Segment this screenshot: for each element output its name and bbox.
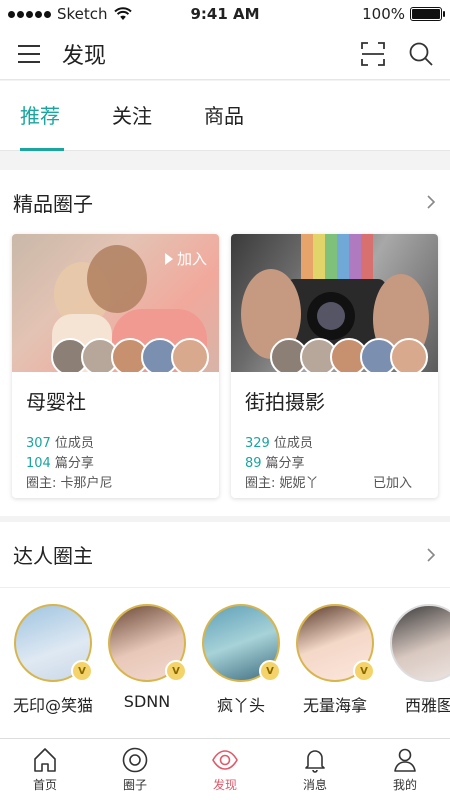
page-title: 发现 xyxy=(62,43,107,69)
circle-icon xyxy=(122,747,148,773)
circle-owner: 圈主: 卡那户尼 xyxy=(26,476,113,491)
top-tabs: 推荐 关注 商品 xyxy=(0,81,450,151)
avatar: V xyxy=(14,604,93,682)
section-title: 精品圈子 xyxy=(13,191,93,216)
member-avatars xyxy=(51,338,209,372)
tab-label: 首页 xyxy=(32,778,57,792)
avatar: V xyxy=(108,604,187,682)
tab-home[interactable]: 首页 xyxy=(0,739,90,800)
circle-name: 街拍摄影 xyxy=(245,390,325,414)
tab-messages[interactable]: 消息 xyxy=(270,739,360,800)
expert-list: V 无印@笑猫 V SDNN V 疯丫头 V 无量海拿 西雅图 xyxy=(0,588,450,716)
bottom-tab-bar: 首页 圈子 发现 消息 我的 xyxy=(0,738,450,800)
carrier-label: Sketch xyxy=(57,5,108,23)
circle-card[interactable]: 街拍摄影 329 位成员 89 篇分享 圈主: 妮妮丫 已加入 xyxy=(231,234,438,498)
expert-item[interactable]: V SDNN xyxy=(108,604,187,716)
expert-owners-header[interactable]: 达人圈主 xyxy=(0,522,450,588)
circle-cover-image: 加入 xyxy=(12,234,219,372)
circle-owner: 圈主: 妮妮丫 xyxy=(245,476,319,491)
user-icon xyxy=(394,748,416,772)
circle-name: 母婴社 xyxy=(26,390,86,414)
expert-name: SDNN xyxy=(123,692,171,711)
expert-owners-section: 达人圈主 V 无印@笑猫 V SDNN V 疯丫头 V 无量海拿 西雅图 xyxy=(0,522,450,740)
join-button[interactable]: 加入 xyxy=(164,248,207,269)
chevron-right-icon[interactable] xyxy=(424,195,438,209)
expert-item[interactable]: V 无量海拿 xyxy=(296,604,375,716)
featured-circles-section: 精品圈子 加入 母婴社 307 位成员 104 篇分享 圈主: 卡那户尼 街拍摄… xyxy=(0,170,450,516)
expert-item[interactable]: V 无印@笑猫 xyxy=(13,604,94,716)
tab-products[interactable]: 商品 xyxy=(204,81,244,151)
tab-label: 消息 xyxy=(302,778,327,792)
expert-item[interactable]: 西雅图 xyxy=(390,604,450,716)
expert-item[interactable]: V 疯丫头 xyxy=(202,604,281,716)
avatar: V xyxy=(202,604,281,682)
circle-cards: 加入 母婴社 307 位成员 104 篇分享 圈主: 卡那户尼 街拍摄影 329… xyxy=(0,234,450,498)
battery-icon xyxy=(410,7,445,21)
vip-badge-icon: V xyxy=(165,660,187,682)
vip-badge-icon: V xyxy=(259,660,281,682)
featured-circles-header[interactable]: 精品圈子 xyxy=(0,170,450,234)
shares-label: 篇分享 xyxy=(54,456,94,471)
shares-count: 104 xyxy=(26,456,51,471)
tab-label: 我的 xyxy=(392,778,417,792)
circle-stats: 329 位成员 89 篇分享 圈主: 妮妮丫 已加入 xyxy=(231,418,438,494)
wifi-icon xyxy=(113,7,132,20)
expert-name: 西雅图 xyxy=(404,696,450,715)
expert-name: 无量海拿 xyxy=(302,696,367,715)
status-bar: Sketch 9:41 AM 100% xyxy=(0,0,450,28)
signal-icon xyxy=(8,10,51,18)
nav-bar: 发现 xyxy=(0,28,450,80)
joined-status: 已加入 xyxy=(372,476,412,491)
tab-label: 发现 xyxy=(212,778,237,792)
shares-label: 篇分享 xyxy=(265,456,305,471)
tab-label: 圈子 xyxy=(122,778,147,792)
battery-percent: 100% xyxy=(362,5,405,23)
tab-recommend[interactable]: 推荐 xyxy=(20,81,64,151)
scan-icon[interactable] xyxy=(358,39,388,69)
status-left: Sketch xyxy=(8,5,168,23)
status-right: 100% xyxy=(282,5,445,23)
avatar: V xyxy=(296,604,375,682)
nav-actions xyxy=(358,39,436,69)
circle-card[interactable]: 加入 母婴社 307 位成员 104 篇分享 圈主: 卡那户尼 xyxy=(12,234,219,498)
chevron-right-icon[interactable] xyxy=(424,547,438,562)
avatar xyxy=(390,604,450,682)
status-time: 9:41 AM xyxy=(190,5,260,23)
expert-name: 无印@笑猫 xyxy=(13,696,94,715)
members-count: 307 xyxy=(26,436,51,451)
vip-badge-icon: V xyxy=(353,660,375,682)
menu-icon[interactable] xyxy=(14,39,44,69)
section-title: 达人圈主 xyxy=(13,544,93,568)
join-label: 加入 xyxy=(176,250,207,268)
members-count: 329 xyxy=(245,436,270,451)
circle-cover-image xyxy=(231,234,438,372)
expert-name: 疯丫头 xyxy=(216,696,265,715)
member-avatars xyxy=(270,338,428,372)
tab-follow[interactable]: 关注 xyxy=(112,81,152,151)
circle-stats: 307 位成员 104 篇分享 圈主: 卡那户尼 xyxy=(12,418,219,494)
members-label: 位成员 xyxy=(54,436,94,451)
play-icon xyxy=(164,252,173,265)
shares-count: 89 xyxy=(245,456,262,471)
members-label: 位成员 xyxy=(273,436,313,451)
tab-circles[interactable]: 圈子 xyxy=(90,739,180,800)
bell-icon xyxy=(305,750,325,773)
eye-icon xyxy=(212,750,238,770)
avatar xyxy=(171,338,209,372)
home-icon xyxy=(34,748,56,772)
tab-discover[interactable]: 发现 xyxy=(180,739,270,800)
search-icon[interactable] xyxy=(406,39,436,69)
vip-badge-icon: V xyxy=(71,660,93,682)
avatar xyxy=(390,338,428,372)
tab-profile[interactable]: 我的 xyxy=(360,739,450,800)
